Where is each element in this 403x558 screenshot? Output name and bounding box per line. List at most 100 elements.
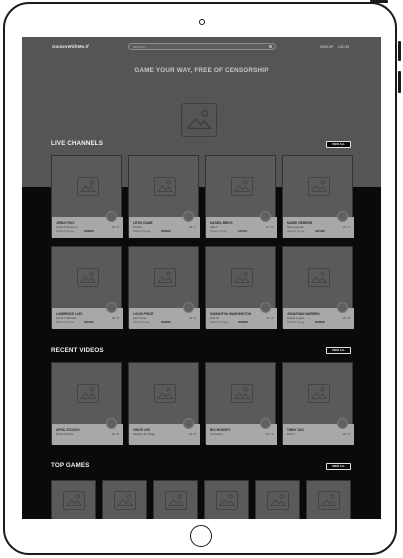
game-card[interactable] [102,480,147,519]
channel-card[interactable]: JENNY ROX Grand Theft Auto V 16 / 8 Started… [51,155,123,238]
sign-up-link[interactable]: SIGN UP [320,45,333,49]
channel-card[interactable]: APRIL STOCKS World of Tanks 16 / 8 [51,362,123,445]
card-stat: 23 / 8 [189,431,196,436]
avatar[interactable] [337,418,348,429]
channel-card[interactable]: SAMANTHA WASHINGTON FIFA 19 11 / 2 Started … [205,246,277,329]
hero-title: GAME YOUR WAY, FREE OF CENSORSHIP [134,67,269,74]
log-in-link[interactable]: LOG IN [338,45,349,49]
search-input[interactable]: SEARCH [128,43,276,50]
image-placeholder-icon [76,268,99,287]
avatar[interactable] [106,302,117,313]
top-nav: GamesWithMe.tf SEARCH SIGN UP LOG IN [22,37,381,57]
home-button[interactable] [190,525,212,547]
search-icon[interactable] [268,45,272,49]
card-name: MARIE ZIEBEEM [287,221,313,225]
card-meta: Started 1 hr ago [133,322,150,324]
camera-icon [199,19,205,25]
channel-card[interactable]: DANIEL BRICK Halo 3 12 / 5 Started 1 hr ago… [205,155,277,238]
card-thumbnail[interactable] [206,156,277,217]
card-name: LAWRENCE LUIS [56,312,83,316]
image-placeholder-icon [230,384,253,403]
screen: GamesWithMe.tf SEARCH SIGN UP LOG IN GAM… [22,37,381,519]
avatar[interactable] [106,418,117,429]
channel-card[interactable]: LAWRENCE LUIS World of Warcraft 18 / 6 Star… [51,246,123,329]
search-placeholder: SEARCH [133,45,146,49]
card-thumbnail[interactable] [283,363,354,424]
card-tag: RANKED [238,322,248,324]
channel-card[interactable]: BIG MONKEY Overwatch 14 / 3 [205,362,277,445]
image-placeholder-icon [76,384,99,403]
game-card[interactable] [153,480,198,519]
channel-card[interactable]: LOUIS PRICE Call of Duty 14 / 6 Started 1 h… [128,246,200,329]
image-placeholder-icon [307,268,330,287]
game-card[interactable] [204,480,249,519]
card-game: Call of Duty [133,316,147,320]
card-thumbnail[interactable] [52,363,123,424]
image-placeholder-icon [266,490,289,510]
card-meta: Started 1 hr ago [210,231,227,233]
card-stat: 31 / 7 [343,224,350,229]
card-thumbnail[interactable] [52,156,123,217]
card-stat: 14 / 3 [266,431,273,436]
live-view-all-button[interactable]: VIEW ALL [326,141,351,148]
volume-up-button [398,41,401,61]
card-thumbnail[interactable] [206,363,277,424]
top-games-view-all-button[interactable]: VIEW ALL [326,463,351,470]
avatar[interactable] [260,211,271,222]
game-card[interactable] [306,480,351,519]
card-game: Fortnite [133,225,142,229]
card-game: Dota 2 [287,432,295,436]
avatar[interactable] [337,211,348,222]
card-tag: RANKED [161,231,171,233]
card-game: FIFA 19 [210,316,219,320]
avatar[interactable] [260,418,271,429]
card-meta: Started 3 hrs ago [56,231,74,233]
recent-view-all-button[interactable]: VIEW ALL [326,347,351,354]
card-info: JONATHAN WARREN Rocket League 22 / 8 Starte… [283,302,354,329]
card-thumbnail[interactable] [129,247,200,308]
card-tag: ARCADE [315,231,325,233]
image-placeholder-icon [153,268,176,287]
image-placeholder-icon [76,177,99,196]
channel-card[interactable]: MARIE ZIEBEEM Apex Legends 31 / 7 Started 4… [282,155,354,238]
card-thumbnail[interactable] [129,363,200,424]
image-placeholder-icon [215,490,238,510]
avatar[interactable] [260,302,271,313]
site-logo[interactable]: GamesWithMe.tf [52,44,89,49]
card-thumbnail[interactable] [283,156,354,217]
game-card[interactable] [51,480,96,519]
card-stat: 11 / 2 [266,315,273,320]
power-button [370,0,388,3]
card-thumbnail[interactable] [129,156,200,217]
image-placeholder-icon [153,177,176,196]
card-game: Rainbow Six Siege [133,432,155,436]
card-stat: 18 / 6 [112,315,119,320]
avatar[interactable] [106,211,117,222]
channel-card[interactable]: TINNY JAD Dota 2 25 / 8 [282,362,354,445]
avatar[interactable] [337,302,348,313]
card-game: Apex Legends [287,225,304,229]
card-tag: ARCADE [84,322,94,324]
card-meta: Started 3 hrs ago [210,322,228,324]
card-name: LEVIS GAME [133,221,153,225]
card-name: BIG MONKEY [210,428,231,432]
card-stat: 23 / 7 [189,224,196,229]
avatar[interactable] [183,211,194,222]
avatar[interactable] [183,302,194,313]
card-thumbnail[interactable] [283,247,354,308]
card-info: LAWRENCE LUIS World of Warcraft 18 / 6 Star… [52,302,123,329]
card-stat: 25 / 8 [343,431,350,436]
channel-card[interactable]: JONATHAN WARREN Rocket League 22 / 8 Starte… [282,246,354,329]
card-thumbnail[interactable] [206,247,277,308]
channel-card[interactable]: VINCE LEE Rainbow Six Siege 23 / 8 [128,362,200,445]
card-game: Halo 3 [210,225,218,229]
card-stat: 22 / 8 [343,315,350,320]
image-placeholder-icon [164,490,187,510]
game-card[interactable] [255,480,300,519]
card-stat: 14 / 6 [189,315,196,320]
card-name: JONATHAN WARREN [287,312,320,316]
card-name: SAMANTHA WASHINGTON [210,312,251,316]
card-thumbnail[interactable] [52,247,123,308]
channel-card[interactable]: LEVIS GAME Fortnite 23 / 7 Started 2 hrs ag… [128,155,200,238]
avatar[interactable] [183,418,194,429]
